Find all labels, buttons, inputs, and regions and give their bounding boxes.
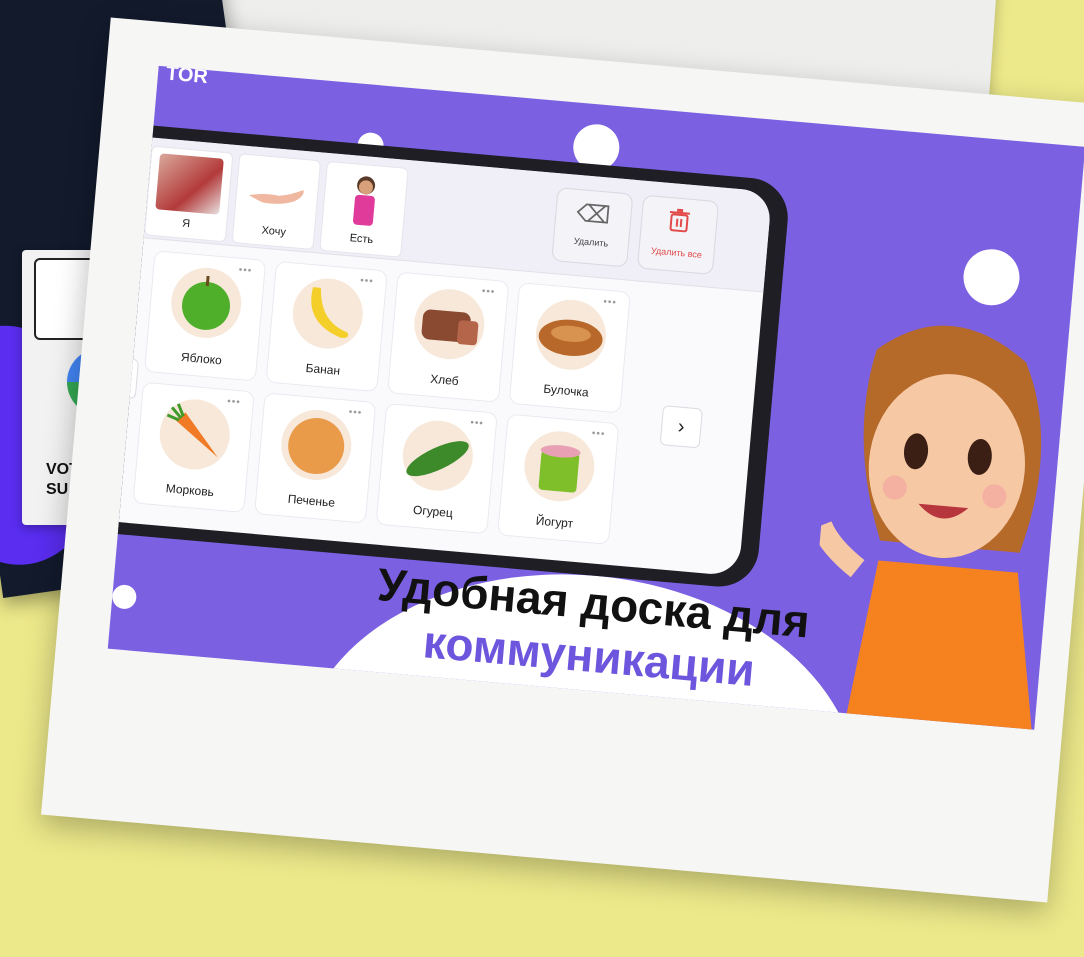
card-menu[interactable]: ••• bbox=[591, 428, 605, 440]
apple-icon bbox=[168, 264, 245, 341]
card-menu[interactable]: ••• bbox=[227, 396, 241, 408]
sentence-item-want[interactable]: Хочу bbox=[231, 153, 322, 251]
delete-button[interactable]: ⌫ Удалить bbox=[551, 187, 634, 268]
card-menu[interactable]: ••• bbox=[603, 297, 617, 309]
decor-circle bbox=[111, 583, 138, 610]
decor-circle bbox=[961, 246, 1022, 308]
next-page-button[interactable]: › bbox=[659, 405, 703, 449]
card-label: Яблоко bbox=[180, 349, 223, 368]
yogurt-icon bbox=[521, 428, 598, 505]
card-menu[interactable]: ••• bbox=[238, 265, 252, 277]
card-label: Морковь bbox=[165, 481, 215, 500]
person-photo bbox=[155, 153, 224, 215]
trash-icon bbox=[641, 206, 717, 243]
headline: Удобная доска для коммуникации bbox=[348, 555, 835, 702]
card-carrot[interactable]: ••• Морковь bbox=[132, 381, 255, 514]
polaroid-frame: TOR Удобная доска для коммуникации Я Хоч… bbox=[41, 17, 1084, 903]
sentence-slot[interactable] bbox=[116, 143, 137, 234]
card-apple[interactable]: ••• Яблоко bbox=[144, 250, 267, 382]
card-bread[interactable]: ••• Хлеб bbox=[387, 271, 510, 403]
backspace-icon: ⌫ bbox=[575, 199, 612, 230]
cartoon-girl-illustration bbox=[804, 306, 1084, 730]
girl-eating-photo bbox=[330, 168, 400, 231]
banana-icon bbox=[289, 275, 366, 352]
card-menu[interactable]: ••• bbox=[348, 407, 362, 419]
card-label: Печенье bbox=[287, 491, 336, 510]
card-menu[interactable]: ••• bbox=[470, 417, 484, 429]
card-menu[interactable]: ••• bbox=[481, 286, 495, 298]
card-cookie[interactable]: ••• Печенье bbox=[254, 392, 377, 524]
sentence-item-label: Есть bbox=[349, 232, 374, 247]
app-screen: Я Хочу Есть ⌫ Удалить Удалить все ‹ › ••… bbox=[107, 135, 773, 577]
cookie-icon bbox=[278, 407, 355, 483]
card-label: Хлеб bbox=[429, 371, 460, 389]
hand-photo bbox=[242, 160, 312, 223]
promo-photo: TOR Удобная доска для коммуникации Я Хоч… bbox=[107, 65, 1084, 730]
card-label: Банан bbox=[305, 360, 341, 378]
sentence-item-label: Я bbox=[181, 217, 191, 231]
sentence-item-me[interactable]: Я bbox=[143, 145, 234, 243]
delete-all-button[interactable]: Удалить все bbox=[636, 194, 720, 275]
bread-icon bbox=[411, 286, 488, 363]
bun-icon bbox=[532, 296, 609, 373]
card-label: Булочка bbox=[542, 381, 590, 400]
card-bun[interactable]: ••• Булочка bbox=[508, 282, 631, 414]
card-label: Йогурт bbox=[535, 513, 574, 531]
sentence-item-eat[interactable]: Есть bbox=[319, 160, 409, 258]
brand-label: TOR bbox=[165, 65, 209, 89]
carrot-icon bbox=[156, 396, 233, 473]
card-cucumber[interactable]: ••• Огурец bbox=[375, 402, 498, 535]
delete-all-label: Удалить все bbox=[650, 245, 703, 260]
card-label: Огурец bbox=[412, 502, 454, 521]
phone-frame: Я Хочу Есть ⌫ Удалить Удалить все ‹ › ••… bbox=[107, 122, 792, 590]
card-menu[interactable]: ••• bbox=[360, 275, 374, 287]
sentence-item-label: Хочу bbox=[261, 224, 287, 239]
delete-label: Удалить bbox=[573, 235, 609, 249]
prev-page-button[interactable]: ‹ bbox=[107, 355, 140, 400]
cucumber-icon bbox=[399, 417, 476, 494]
card-banana[interactable]: ••• Банан bbox=[265, 260, 388, 393]
card-yogurt[interactable]: ••• Йогурт bbox=[497, 413, 620, 545]
